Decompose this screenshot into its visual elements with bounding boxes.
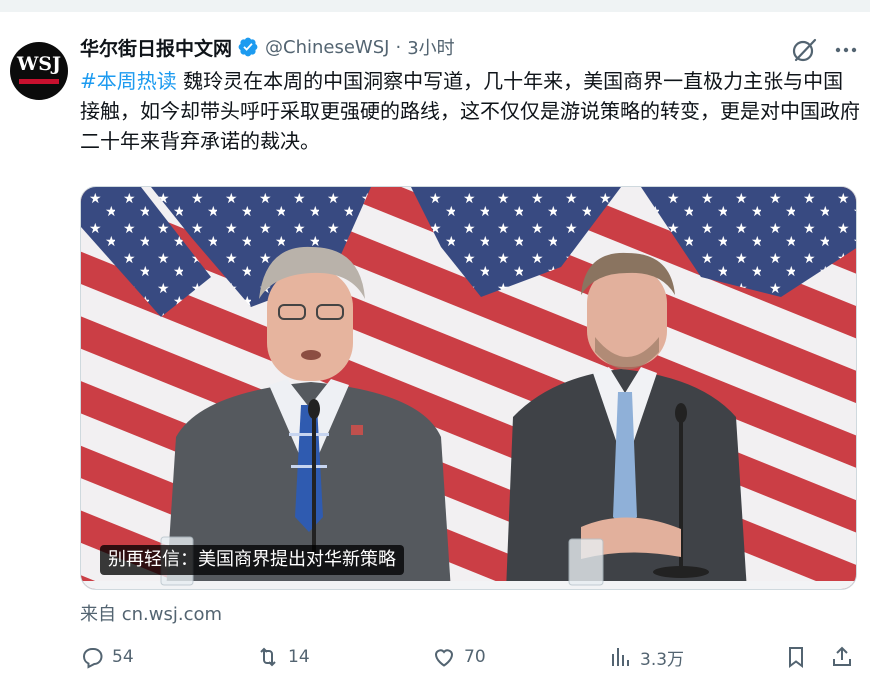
share-icon <box>833 646 851 666</box>
retweet-button[interactable]: 14 <box>256 642 310 672</box>
tweet-text: #本周热读 魏玲灵在本周的中国洞察中写道，几十年来，美国商界一直极力主张与中国接… <box>80 66 860 156</box>
source-link[interactable]: 来自 cn.wsj.com <box>80 600 222 626</box>
avatar-red-band <box>19 79 59 84</box>
top-divider <box>0 0 870 12</box>
author-handle[interactable]: @ChineseWSJ <box>265 37 389 58</box>
bookmark-icon <box>789 647 803 668</box>
reply-icon <box>82 648 103 669</box>
reply-button[interactable]: 54 <box>80 642 134 672</box>
action-bar: 54 14 70 3.3万 <box>80 642 860 672</box>
more-button[interactable] <box>832 36 860 64</box>
tweet-body: 魏玲灵在本周的中国洞察中写道，几十年来，美国商界一直极力主张与中国接触，如今却带… <box>80 69 860 153</box>
more-icon <box>835 47 857 53</box>
reply-count: 54 <box>112 647 134 667</box>
avatar[interactable]: WSJ <box>10 42 68 100</box>
hashtag-link[interactable]: #本周热读 <box>80 69 177 93</box>
bookmark-button[interactable] <box>784 642 808 672</box>
like-count: 70 <box>464 647 486 667</box>
avatar-logo-text: WSJ <box>16 53 62 75</box>
like-button[interactable]: 70 <box>432 642 486 672</box>
grok-button[interactable] <box>790 36 818 64</box>
like-icon <box>434 649 454 667</box>
tweet-media[interactable]: ★ ★ <box>80 186 857 590</box>
view-count: 3.3万 <box>640 649 685 670</box>
retweet-icon <box>260 647 276 667</box>
views-icon <box>612 648 629 666</box>
share-button[interactable] <box>830 642 854 672</box>
tweet-header: 华尔街日报中文网 @ChineseWSJ · 3小时 <box>80 34 455 60</box>
tweet-card[interactable]: WSJ 华尔街日报中文网 @ChineseWSJ · 3小时 #本周热读 魏玲灵… <box>0 12 870 675</box>
retweet-count: 14 <box>288 647 310 667</box>
grok-icon <box>792 38 817 62</box>
press-conference-photo: ★ ★ <box>81 187 856 589</box>
header-separator: · <box>395 36 402 58</box>
author-display-name[interactable]: 华尔街日报中文网 <box>80 34 232 61</box>
media-caption: 别再轻信：美国商界提出对华新策略 <box>100 545 404 575</box>
tweet-timestamp[interactable]: 3小时 <box>407 34 454 60</box>
views-button[interactable]: 3.3万 <box>608 642 684 672</box>
verified-badge-icon <box>237 36 259 58</box>
